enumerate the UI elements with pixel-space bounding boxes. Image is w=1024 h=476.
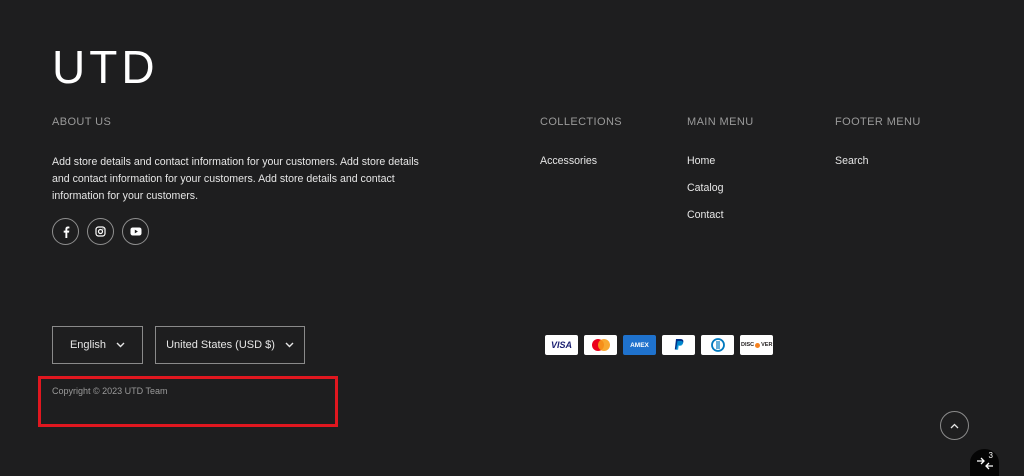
collections-menu: Accessories (540, 154, 597, 181)
youtube-link[interactable] (122, 218, 149, 245)
menu-link-search[interactable]: Search (835, 154, 869, 168)
language-selector[interactable]: English (52, 326, 143, 364)
country-value: United States (USD $) (166, 339, 275, 351)
menu-link-contact[interactable]: Contact (687, 208, 724, 222)
facebook-icon (63, 226, 69, 238)
language-value: English (69, 339, 107, 351)
amex-icon: AMEX (623, 335, 656, 355)
accessibility-badge: 3 (988, 451, 993, 460)
chevron-down-icon (285, 342, 294, 348)
chevron-up-icon (950, 423, 959, 428)
instagram-icon (95, 226, 106, 237)
discover-icon: DISC VER (740, 335, 773, 355)
scroll-to-top-button[interactable] (940, 411, 969, 440)
mastercard-icon (584, 335, 617, 355)
country-selector[interactable]: United States (USD $) (155, 326, 305, 364)
menu-link-home[interactable]: Home (687, 154, 724, 168)
store-logo[interactable]: UTD (52, 44, 159, 90)
menu-link-catalog[interactable]: Catalog (687, 181, 724, 195)
main-menu: Home Catalog Contact (687, 154, 724, 235)
footer-menu: Search (835, 154, 869, 181)
payment-methods: VISA AMEX DISC VER (545, 335, 773, 355)
chevron-down-icon (116, 342, 125, 348)
main-menu-heading: MAIN MENU (687, 116, 754, 128)
diners-club-icon (701, 335, 734, 355)
collections-heading: COLLECTIONS (540, 116, 623, 128)
about-us-heading: ABOUT US (52, 116, 112, 128)
accessibility-button[interactable]: 3 (970, 449, 999, 476)
facebook-link[interactable] (52, 218, 79, 245)
footer-menu-heading: FOOTER MENU (835, 116, 921, 128)
menu-link-accessories[interactable]: Accessories (540, 154, 597, 168)
about-us-text: Add store details and contact informatio… (52, 156, 419, 202)
youtube-icon (130, 227, 141, 236)
visa-icon: VISA (545, 335, 578, 355)
paypal-icon (662, 335, 695, 355)
instagram-link[interactable] (87, 218, 114, 245)
highlight-annotation-box (38, 376, 338, 427)
